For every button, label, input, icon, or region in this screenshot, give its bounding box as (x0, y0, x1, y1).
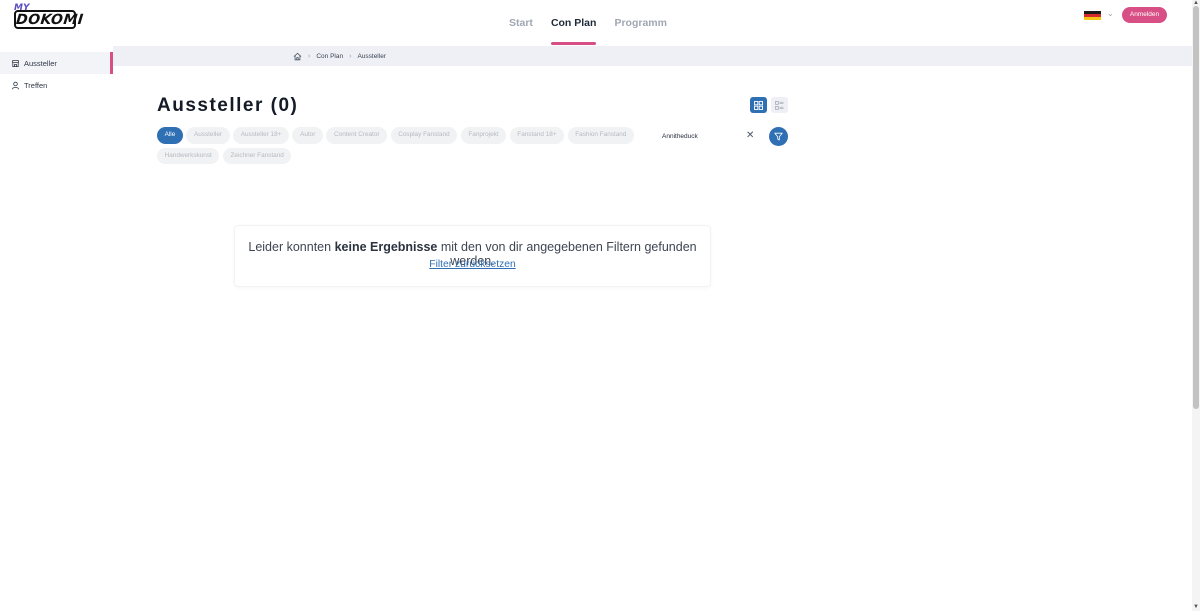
close-icon[interactable]: ✕ (746, 131, 754, 141)
breadcrumb-bar: › Con Plan › Aussteller (113, 46, 1192, 66)
main-nav: Start Con Plan Programm (509, 0, 685, 46)
breadcrumb-item-aussteller: Aussteller (357, 52, 386, 60)
breadcrumb-item-con-plan[interactable]: Con Plan (316, 53, 343, 60)
grid-view-icon (754, 100, 763, 110)
dokomi-logo[interactable]: MY DOKOMI (14, 3, 84, 31)
filter-chip-aussteller[interactable]: Aussteller (186, 127, 230, 144)
sidebar-item-label: Treffen (24, 80, 48, 90)
search-input[interactable] (662, 130, 742, 143)
nav-con-plan[interactable]: Con Plan (550, 0, 596, 46)
filter-chip-fanprojekt[interactable]: Fanprojekt (460, 127, 507, 144)
sidebar-item-label: Aussteller (24, 58, 57, 68)
breadcrumb-separator-icon: › (349, 52, 352, 60)
filter-chip-autor[interactable]: Autor (292, 127, 323, 144)
filter-chip-aussteller-18[interactable]: Aussteller 18+ (233, 127, 289, 144)
scrollbar-thumb[interactable] (1193, 6, 1199, 409)
empty-state: Leider konnten keine Ergebnisse mit den … (234, 225, 711, 287)
scroll-down-icon[interactable]: ▼ (1193, 604, 1199, 610)
list-view-icon (775, 100, 784, 110)
store-icon (11, 59, 20, 67)
filter-chip-fanstand-18[interactable]: Fanstand 18+ (509, 127, 565, 144)
filter-chip-handwerkskunst[interactable]: Handwerkskunst (157, 147, 220, 164)
filter-button[interactable] (769, 127, 788, 146)
germany-flag-icon[interactable] (1084, 11, 1101, 20)
nav-programm[interactable]: Programm (614, 0, 667, 46)
page-title: Aussteller (0) (157, 95, 299, 116)
filter-chip-zeichner-fanstand[interactable]: Zeichner Fanstand (222, 147, 292, 164)
sidebar-item-aussteller[interactable]: Aussteller (0, 52, 113, 74)
reset-filters-link[interactable]: Filter zurücksetzen (235, 259, 710, 270)
filter-chip-cosplay-fanstand[interactable]: Cosplay Fanstand (390, 127, 458, 144)
nav-start[interactable]: Start (509, 0, 533, 46)
breadcrumb: › Con Plan › Aussteller (293, 46, 386, 66)
chevron-down-icon[interactable]: ⌄ (1107, 9, 1114, 18)
filter-icon (774, 132, 783, 141)
user-icon (11, 81, 20, 89)
filter-chip-alle[interactable]: Alle (157, 127, 183, 144)
empty-message-start: Leider konnten (248, 240, 335, 254)
list-view-button[interactable] (771, 97, 788, 113)
grid-view-button[interactable] (750, 97, 767, 113)
filter-chip-content-creator[interactable]: Content Creator (326, 127, 388, 144)
category-filters: Alle Aussteller Aussteller 18+ Autor Con… (157, 127, 647, 168)
sidebar-item-treffen[interactable]: Treffen (0, 74, 113, 96)
scroll-up-icon[interactable]: ▲ (1193, 0, 1199, 6)
header: MY DOKOMI Start Con Plan Programm ⌄ Anme… (0, 0, 1192, 46)
home-icon[interactable] (293, 52, 302, 61)
login-button[interactable]: Anmelden (1122, 7, 1167, 23)
sidebar: Aussteller Treffen (0, 52, 113, 96)
filter-chip-fashion-fanstand[interactable]: Fashion Fanstand (567, 127, 635, 144)
breadcrumb-separator-icon: › (308, 52, 311, 60)
logo-main-text: DOKOMI (15, 12, 85, 28)
empty-message-bold: keine Ergebnisse (334, 240, 438, 254)
search-box: ✕ (655, 126, 763, 147)
